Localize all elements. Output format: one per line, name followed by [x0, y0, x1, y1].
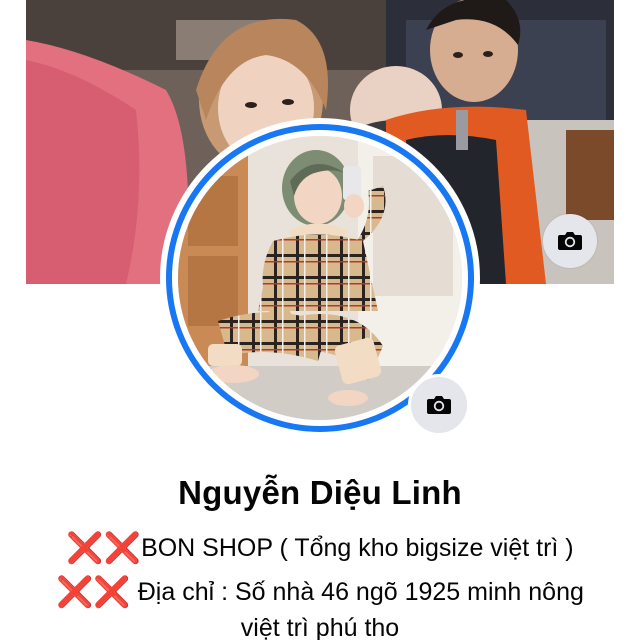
- bio-line-1-text: BON SHOP ( Tổng kho bigsize việt trì ): [141, 534, 574, 562]
- edit-profile-picture-button[interactable]: [408, 374, 470, 436]
- bio-line-2-text: Địa chỉ : Số nhà 46 ngõ 1925 minh nông: [130, 578, 584, 606]
- camera-icon: [558, 232, 582, 250]
- edit-cover-photo-button[interactable]: [543, 214, 597, 268]
- camera-icon: [427, 396, 451, 414]
- profile-name: Nguyễn Diệu Linh: [178, 474, 462, 511]
- cross-mark-icon: ❌❌: [66, 532, 142, 565]
- cross-mark-icon: ❌❌: [56, 576, 131, 609]
- bio-line-3: việt trì phú tho: [0, 612, 640, 640]
- bio-line-3-text: việt trì phú tho: [240, 614, 400, 640]
- bio-line-2: ❌❌ Địa chỉ : Số nhà 46 ngõ 1925 minh nôn…: [0, 576, 640, 609]
- profile-page: Nguyễn Diệu Linh ❌❌BON SHOP ( Tổng kho b…: [0, 0, 640, 640]
- profile-picture-image: [178, 136, 462, 420]
- bio-line-1: ❌❌BON SHOP ( Tổng kho bigsize việt trì ): [0, 532, 640, 565]
